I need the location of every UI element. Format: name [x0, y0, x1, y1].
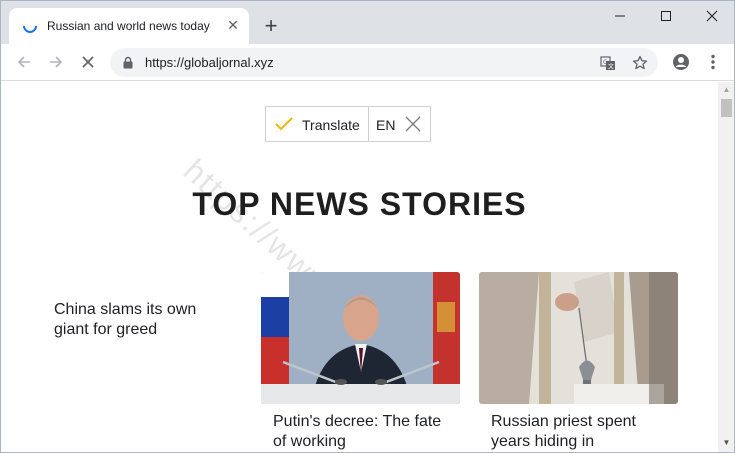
scroll-up-arrow-icon[interactable]: ▲	[718, 84, 734, 96]
loading-spinner-icon	[20, 16, 40, 36]
forward-button[interactable]	[43, 49, 69, 75]
translate-button[interactable]: Translate	[302, 117, 360, 133]
maximize-button[interactable]	[643, 1, 689, 31]
browser-menu-button[interactable]	[700, 49, 726, 75]
svg-text:文: 文	[608, 63, 614, 71]
lock-icon[interactable]	[122, 56, 134, 69]
more-vert-icon	[711, 54, 715, 70]
tab-active[interactable]: Russian and world news today ✕	[9, 8, 249, 44]
bookmark-star-button[interactable]	[629, 52, 651, 74]
scroll-down-arrow-icon[interactable]: ▼	[718, 437, 734, 449]
checkmark-icon	[275, 117, 293, 131]
url-text[interactable]: https://globaljornal.xyz	[145, 55, 274, 70]
news-card-caption[interactable]: Russian priest spent years hiding in	[491, 412, 671, 452]
tab-strip: Russian and world news today ✕ +	[1, 1, 734, 44]
address-bar[interactable]: https://globaljornal.xyz G 文	[110, 48, 658, 77]
stop-loading-button[interactable]	[75, 49, 101, 75]
new-tab-button[interactable]: +	[259, 14, 283, 38]
news-card-caption[interactable]: Putin's decree: The fate of working	[273, 412, 453, 452]
window-close-button[interactable]	[689, 1, 734, 31]
maximize-icon	[661, 11, 671, 21]
story-link-china[interactable]: China slams its own giant for greed	[54, 300, 224, 340]
profile-button[interactable]	[668, 49, 694, 75]
translate-close-icon[interactable]	[404, 115, 422, 133]
translate-language[interactable]: EN	[376, 117, 395, 133]
account-avatar-icon	[673, 54, 689, 70]
page-headline: TOP NEWS STORIES	[192, 186, 527, 222]
news-image-priest[interactable]	[479, 272, 678, 404]
star-icon	[632, 55, 648, 70]
minimize-button[interactable]	[597, 1, 643, 31]
page-scrollbar[interactable]: ▲ ▼	[718, 82, 734, 452]
translate-icon: G 文	[600, 56, 615, 71]
back-button[interactable]	[11, 49, 37, 75]
page-viewport: https://www.great Translate EN TOP NEWS …	[1, 82, 718, 452]
news-image-press-conference[interactable]	[261, 272, 460, 404]
translate-divider	[368, 107, 369, 141]
tab-close-icon[interactable]: ✕	[225, 17, 241, 33]
tab-title: Russian and world news today	[47, 19, 210, 33]
window-close-icon	[706, 10, 718, 22]
browser-window: Russian and world news today ✕ + https:/…	[0, 0, 735, 453]
translate-widget[interactable]: Translate EN	[265, 106, 431, 142]
translate-page-button[interactable]: G 文	[597, 52, 619, 74]
arrow-left-icon	[17, 56, 30, 68]
stop-icon	[82, 56, 94, 68]
browser-toolbar: https://globaljornal.xyz G 文	[1, 44, 734, 81]
arrow-right-icon	[50, 56, 63, 68]
scrollbar-thumb[interactable]	[721, 99, 732, 117]
minimize-icon	[615, 15, 625, 17]
